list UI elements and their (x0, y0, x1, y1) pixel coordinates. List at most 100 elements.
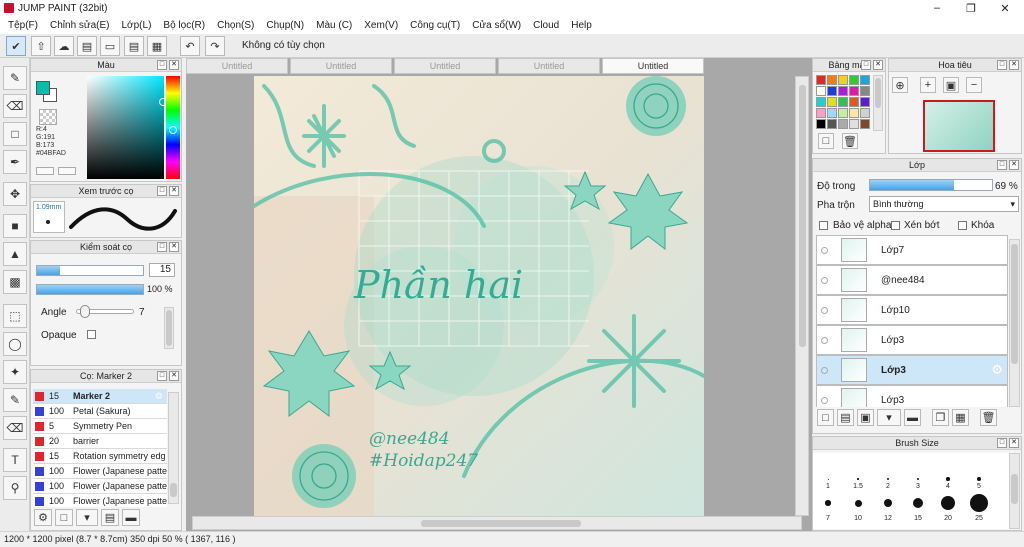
page-icon[interactable]: ▭ (100, 36, 120, 56)
visibility-icon[interactable] (821, 367, 828, 374)
move-tool-icon[interactable]: ✥ (3, 182, 27, 206)
angle-slider[interactable] (76, 305, 134, 318)
lock-checkbox[interactable] (958, 221, 967, 230)
palette-color-swatch[interactable] (860, 108, 870, 118)
menu-file[interactable]: Tệp(F) (2, 20, 44, 31)
menu-window[interactable]: Cửa sổ(W) (466, 20, 527, 31)
float-icon[interactable]: □ (997, 438, 1007, 448)
palette-color-swatch[interactable] (860, 86, 870, 96)
document-icon[interactable]: ▤ (124, 36, 144, 56)
palette-delete-icon[interactable]: 🗑 (842, 133, 858, 149)
palette-color-swatch[interactable] (827, 119, 837, 129)
tab-untitled-2[interactable]: Untitled (290, 58, 392, 74)
visibility-icon[interactable] (821, 247, 828, 254)
tab-untitled-3[interactable]: Untitled (394, 58, 496, 74)
zoom-in-icon[interactable]: + (920, 77, 936, 93)
menu-tools[interactable]: Công cụ(T) (404, 20, 466, 31)
brush-item[interactable]: 5 Symmetry Pen (33, 419, 167, 434)
rect-tool-icon[interactable]: □ (3, 122, 27, 146)
layer-row[interactable]: Lớp3 ⚙ (816, 355, 1008, 385)
palette-color-swatch[interactable] (838, 108, 848, 118)
close-icon[interactable]: ✕ (988, 0, 1022, 16)
select-eraser-icon[interactable]: ⌫ (3, 416, 27, 440)
brush-size-dot[interactable] (916, 477, 920, 481)
brush-item[interactable]: 15 Rotation symmetry edg (33, 449, 167, 464)
menu-filter[interactable]: Bộ lọc(R) (157, 20, 211, 31)
palette-color-swatch[interactable] (827, 97, 837, 107)
brush-folder-icon[interactable]: ▬ (122, 509, 140, 526)
palette-color-swatch[interactable] (827, 108, 837, 118)
brush-size-dot[interactable] (887, 478, 889, 480)
brush-size-dot[interactable] (825, 500, 831, 506)
layer-folder-icon[interactable]: ▬ (904, 409, 921, 426)
share-icon[interactable]: ⇧ (31, 36, 51, 56)
gradient-tool-icon[interactable]: ▩ (3, 270, 27, 294)
duplicate-layer-icon[interactable]: ▤ (837, 409, 854, 426)
palette-color-swatch[interactable] (849, 97, 859, 107)
menu-help[interactable]: Help (565, 20, 598, 31)
layer-row[interactable]: Lớp10 (816, 295, 1008, 325)
palette-color-swatch[interactable] (860, 75, 870, 85)
palette-scrollbar[interactable] (873, 75, 883, 131)
transparent-swatch[interactable] (39, 109, 57, 125)
select-rect-icon[interactable]: ⬚ (3, 304, 27, 328)
brush-size-grid[interactable]: 1 1.5 2 3 4 5 7 10 12 15 20 25 (813, 453, 1009, 529)
color-mode-button[interactable] (36, 167, 54, 175)
palette-color-swatch[interactable] (816, 119, 826, 129)
zoom-out-icon[interactable]: − (966, 77, 982, 93)
palette-new-icon[interactable]: □ (818, 133, 834, 149)
palette-color-swatch[interactable] (816, 86, 826, 96)
document-canvas[interactable]: Phần hai @nee484 #Hoidap247 (254, 76, 704, 516)
palette-color-swatch[interactable] (849, 86, 859, 96)
brush-item[interactable]: 15 Marker 2 ⚙ (33, 389, 167, 404)
bucket-tool-icon[interactable]: ▲ (3, 242, 27, 266)
zoom-actual-icon[interactable]: ▣ (943, 77, 959, 93)
zoom-fit-icon[interactable]: ⊕ (892, 77, 908, 93)
panel-close-icon[interactable]: ✕ (1009, 160, 1019, 170)
palette-color-swatch[interactable] (838, 75, 848, 85)
brush-list-scrollbar[interactable] (168, 392, 179, 504)
brush-size-dot[interactable] (827, 478, 829, 480)
size-slider[interactable] (36, 265, 144, 276)
panel-close-icon[interactable]: ✕ (1009, 60, 1019, 70)
palette-color-swatch[interactable] (827, 75, 837, 85)
visibility-icon[interactable] (821, 307, 828, 314)
layer-row[interactable]: Lớp3 (816, 385, 1008, 407)
brush-item[interactable]: 20 barrier (33, 434, 167, 449)
float-icon[interactable]: □ (157, 60, 167, 70)
canvas-area[interactable]: Untitled Untitled Untitled Untitled Unti… (186, 58, 812, 536)
tab-untitled-4[interactable]: Untitled (498, 58, 600, 74)
blend-mode-select[interactable]: Bình thường ▾ (869, 196, 1019, 212)
comment-icon[interactable]: ☁ (54, 36, 74, 56)
palette-color-swatch[interactable] (849, 108, 859, 118)
foreground-color-swatch[interactable] (36, 81, 50, 95)
text-tool-icon[interactable]: T (3, 448, 27, 472)
undo-icon[interactable]: ↶ (180, 36, 200, 56)
brush-size-dot[interactable] (857, 478, 859, 480)
lasso-tool-icon[interactable]: ◯ (3, 332, 27, 356)
tab-untitled-1[interactable]: Untitled (186, 58, 288, 74)
clipping-checkbox[interactable] (891, 221, 900, 230)
brush-size-dot[interactable] (970, 494, 988, 512)
palette-color-swatch[interactable] (849, 119, 859, 129)
merge-layer-icon[interactable]: ▦ (952, 409, 969, 426)
color-mode-button-2[interactable] (58, 167, 76, 175)
minimize-icon[interactable]: – (920, 0, 954, 16)
palette-color-swatch[interactable] (838, 86, 848, 96)
eyedropper-icon[interactable]: ⚲ (3, 476, 27, 500)
restore-icon[interactable]: ❐ (954, 0, 988, 16)
brush-size-dot[interactable] (941, 496, 955, 510)
saturation-value-picker[interactable] (87, 76, 167, 179)
gear-icon[interactable]: ⚙ (991, 362, 1003, 378)
hue-slider[interactable] (166, 76, 180, 179)
copy-layer-icon[interactable]: ❐ (932, 409, 949, 426)
navigator-preview[interactable] (923, 100, 995, 152)
layer-menu-icon[interactable]: ▾ (877, 409, 901, 426)
protect-alpha-checkbox[interactable] (819, 221, 828, 230)
float-icon[interactable]: □ (157, 371, 167, 381)
brush-size-scrollbar[interactable] (1009, 453, 1020, 529)
brush-control-scrollbar[interactable] (164, 307, 174, 349)
eraser-tool-icon[interactable]: ⌫ (3, 94, 27, 118)
menu-view[interactable]: Xem(V) (358, 20, 404, 31)
brush-size-dot[interactable] (946, 477, 950, 481)
